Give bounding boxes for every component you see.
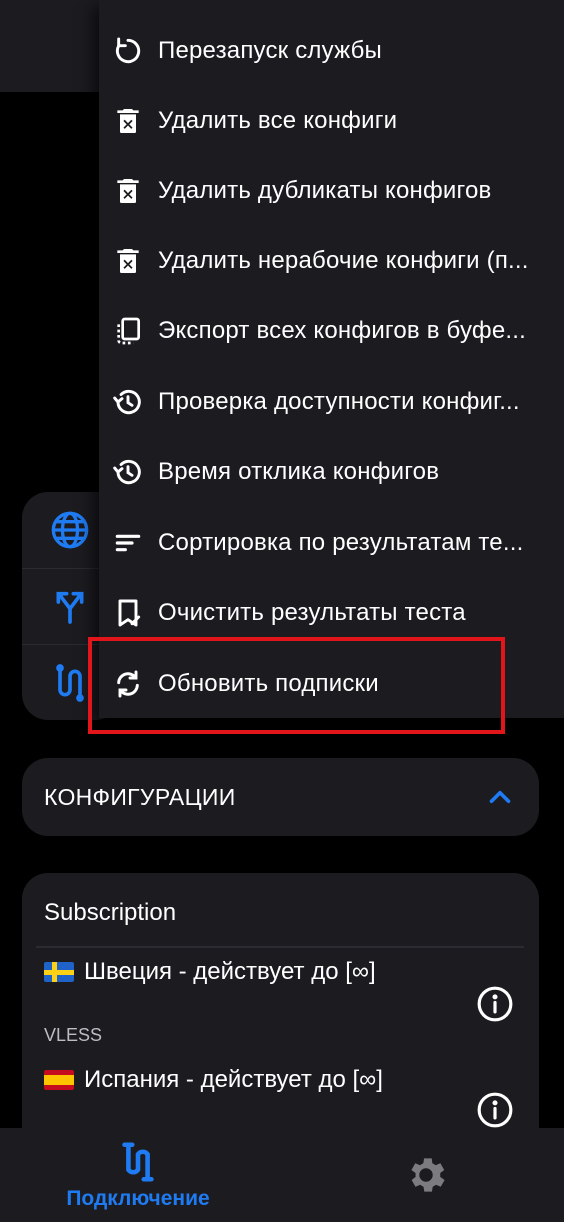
menu-item-label: Время отклика конфигов: [158, 458, 440, 485]
nav-settings[interactable]: [376, 1128, 476, 1222]
highlight-box: [88, 637, 505, 734]
menu-item-delete-all[interactable]: Удалить все конфиги: [99, 86, 564, 156]
menu-item-check-availability[interactable]: Проверка доступности конфиг...: [99, 367, 564, 437]
delete-icon: [111, 104, 145, 138]
menu-item-label: Сортировка по результатам те...: [158, 529, 524, 556]
chevron-up-icon[interactable]: [483, 780, 517, 814]
restart-icon: [111, 34, 145, 68]
menu-item-label: Очистить результаты теста: [158, 599, 466, 626]
routing-icon: [56, 663, 84, 702]
history-icon: [111, 455, 145, 489]
server-name: Испания - действует до [∞]: [84, 1066, 383, 1093]
menu-item-delete-duplicates[interactable]: Удалить дубликаты конфигов: [99, 156, 564, 226]
configs-section-header[interactable]: КОНФИГУРАЦИИ: [22, 758, 539, 836]
configs-section-title: КОНФИГУРАЦИИ: [44, 783, 236, 810]
nav-connect[interactable]: Подключение: [40, 1128, 236, 1222]
gear-icon: [411, 1158, 445, 1192]
spain-flag-icon: [44, 1070, 74, 1090]
bottom-navigation: Подключение: [0, 1128, 564, 1222]
nav-connect-label: Подключение: [66, 1187, 210, 1210]
routing-icon: [122, 1142, 154, 1182]
bookmark-remove-icon: [111, 596, 145, 630]
menu-item-label: Экспорт всех конфигов в буфе...: [158, 317, 526, 344]
sweden-flag-icon: [44, 962, 74, 982]
menu-item-label: Удалить нерабочие конфиги (п...: [158, 247, 529, 274]
subscription-title: Subscription: [44, 899, 177, 926]
sort-icon: [111, 526, 145, 560]
menu-item-delete-broken[interactable]: Удалить нерабочие конфиги (п...: [99, 226, 564, 296]
menu-item-label: Удалить все конфиги: [158, 107, 398, 134]
info-icon[interactable]: [476, 985, 514, 1023]
menu-item-restart-service[interactable]: Перезапуск службы: [99, 16, 564, 86]
menu-item-response-time[interactable]: Время отклика конфигов: [99, 437, 564, 507]
split-route-icon: [56, 591, 84, 624]
server-item[interactable]: Испания - действует до [∞]: [44, 1066, 383, 1094]
menu-item-label: Удалить дубликаты конфигов: [158, 177, 492, 204]
delete-icon: [111, 244, 145, 278]
server-item[interactable]: Швеция - действует до [∞]: [44, 958, 376, 986]
clipboard-icon: [111, 314, 145, 348]
overflow-menu: Перезапуск службы Удалить все конфиги Уд…: [99, 0, 564, 718]
divider: [36, 946, 524, 948]
server-protocol: VLESS: [44, 1025, 103, 1045]
delete-icon: [111, 174, 145, 208]
menu-item-label: Проверка доступности конфиг...: [158, 388, 520, 415]
history-icon: [111, 385, 145, 419]
info-icon[interactable]: [476, 1091, 514, 1129]
menu-item-sort-results[interactable]: Сортировка по результатам те...: [99, 508, 564, 578]
globe-icon: [51, 511, 89, 549]
server-name: Швеция - действует до [∞]: [84, 958, 376, 985]
menu-item-export-clipboard[interactable]: Экспорт всех конфигов в буфе...: [99, 296, 564, 366]
menu-item-label: Перезапуск службы: [158, 37, 383, 64]
